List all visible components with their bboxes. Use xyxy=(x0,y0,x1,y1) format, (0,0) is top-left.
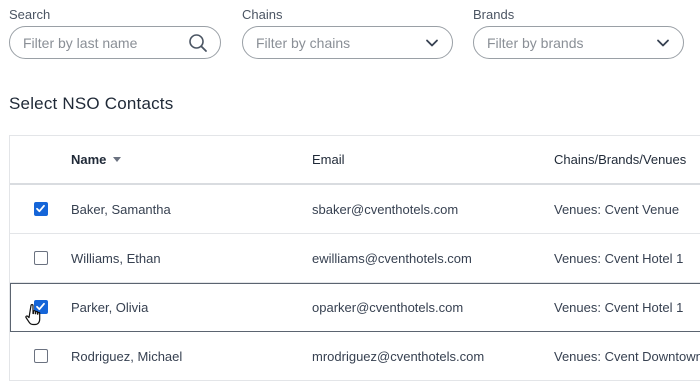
column-header-name-label: Name xyxy=(71,152,107,167)
row-checkbox[interactable] xyxy=(34,349,48,363)
sort-descending-icon xyxy=(113,157,122,162)
search-filter: Search Filter by last name xyxy=(9,6,221,59)
contact-email: ewilliams@cventhotels.com xyxy=(312,250,472,266)
contact-name: Parker, Olivia xyxy=(71,299,149,315)
chains-placeholder: Filter by chains xyxy=(256,34,351,51)
search-label: Search xyxy=(9,7,51,22)
chains-filter: Chains Filter by chains xyxy=(242,6,453,59)
search-placeholder: Filter by last name xyxy=(23,34,138,51)
chevron-down-icon xyxy=(657,39,669,46)
table-row[interactable]: Baker, Samantha sbaker@cventhotels.com V… xyxy=(10,185,700,234)
column-header-chains: Chains/Brands/Venues xyxy=(554,152,687,167)
brands-label: Brands xyxy=(473,7,515,22)
contact-name: Rodriguez, Michael xyxy=(71,348,183,364)
row-checkbox[interactable] xyxy=(34,251,48,265)
column-header-name[interactable]: Name xyxy=(71,136,122,183)
row-checkbox[interactable] xyxy=(34,202,48,216)
contact-email: oparker@cventhotels.com xyxy=(312,299,464,315)
checkmark-icon xyxy=(36,204,45,213)
chevron-down-icon xyxy=(426,39,438,46)
contact-venues: Venues: Cvent Hotel 1 xyxy=(554,250,684,266)
contact-email: sbaker@cventhotels.com xyxy=(312,201,459,217)
table-row[interactable]: Parker, Olivia oparker@cventhotels.com V… xyxy=(10,283,700,332)
contact-venues: Venues: Cvent Downtown xyxy=(554,348,700,364)
contacts-table: Name Email Chains/Brands/Venues Baker, S… xyxy=(9,135,700,381)
chains-label: Chains xyxy=(242,7,283,22)
contact-email: mrodriguez@cventhotels.com xyxy=(312,348,485,364)
contact-name: Williams, Ethan xyxy=(71,250,161,266)
hand-cursor-icon xyxy=(25,304,41,326)
section-title: Select NSO Contacts xyxy=(9,94,174,113)
table-header-row: Name Email Chains/Brands/Venues xyxy=(10,136,700,185)
contact-name: Baker, Samantha xyxy=(71,201,171,217)
column-header-email: Email xyxy=(312,152,345,167)
brands-dropdown[interactable]: Filter by brands xyxy=(473,26,684,59)
search-icon[interactable] xyxy=(188,33,208,53)
chains-dropdown[interactable]: Filter by chains xyxy=(242,26,453,59)
brands-placeholder: Filter by brands xyxy=(487,34,584,51)
search-input[interactable]: Filter by last name xyxy=(9,26,221,59)
contact-venues: Venues: Cvent Venue xyxy=(554,201,680,217)
table-row[interactable]: Williams, Ethan ewilliams@cventhotels.co… xyxy=(10,234,700,283)
contact-venues: Venues: Cvent Hotel 1 xyxy=(554,299,684,315)
brands-filter: Brands Filter by brands xyxy=(473,6,684,59)
